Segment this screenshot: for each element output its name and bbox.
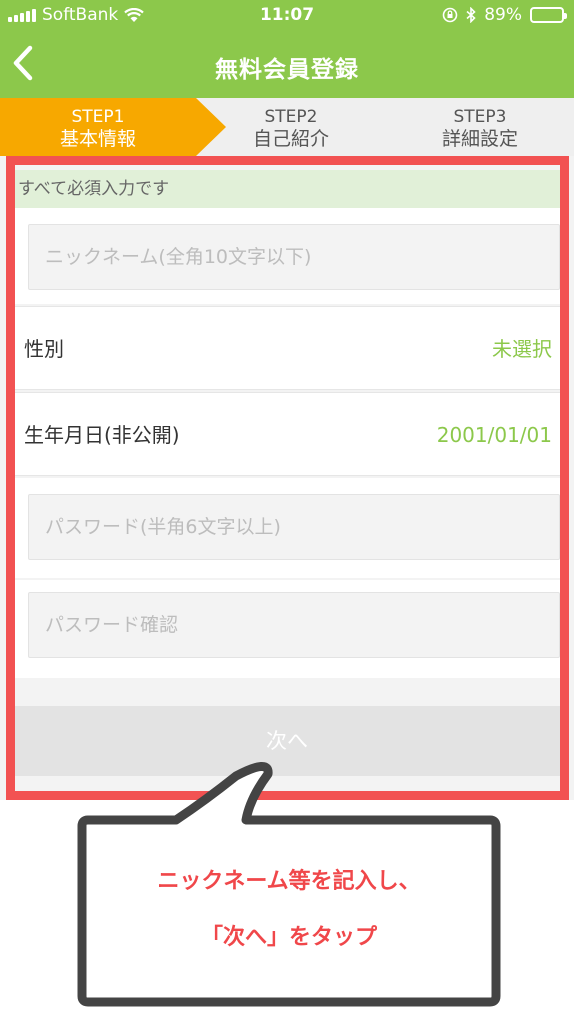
gender-row[interactable]: 性別 未選択	[14, 306, 560, 390]
app-header: SoftBank 11:07 89% 無料会員登録	[0, 0, 574, 98]
step-3: STEP3 詳細設定	[386, 98, 574, 156]
birthday-label: 生年月日(非公開)	[24, 423, 180, 447]
status-right: 89%	[442, 5, 567, 25]
step-1-name: 基本情報	[59, 128, 136, 150]
password-confirm-block: パスワード確認	[14, 580, 560, 678]
bluetooth-icon	[466, 7, 476, 23]
nickname-block: ニックネーム(全角10文字以下)	[14, 208, 560, 304]
step-3-name: 詳細設定	[441, 128, 518, 150]
required-notice: すべて必須入力です	[14, 170, 560, 208]
password-input[interactable]: パスワード(半角6文字以上)	[28, 494, 560, 560]
battery-icon	[530, 7, 567, 23]
step-indicator: STEP1 基本情報 STEP2 自己紹介 STEP3 詳細設定	[0, 98, 574, 156]
password-block: パスワード(半角6文字以上)	[14, 478, 560, 578]
gender-value[interactable]: 未選択	[492, 307, 552, 391]
nav-bar: 無料会員登録	[0, 32, 574, 98]
step-3-label: STEP3	[453, 107, 507, 127]
callout-line-1: ニックネーム等を記入し、	[157, 869, 421, 894]
callout-text: ニックネーム等を記入し、 「次へ」をタップ	[80, 824, 498, 1002]
step-2: STEP2 自己紹介	[196, 98, 386, 156]
callout-line-2: 「次へ」をタップ	[200, 925, 377, 950]
registration-form: すべて必須入力です ニックネーム(全角10文字以下) 性別 未選択 生年月日(非…	[0, 156, 574, 800]
gender-label: 性別	[24, 337, 64, 361]
status-bar: SoftBank 11:07 89%	[0, 0, 574, 32]
step-1: STEP1 基本情報	[0, 98, 196, 156]
nickname-input[interactable]: ニックネーム(全角10文字以下)	[28, 224, 560, 290]
page-title: 無料会員登録	[215, 57, 359, 83]
birthday-row[interactable]: 生年月日(非公開) 2001/01/01	[14, 392, 560, 476]
orientation-lock-icon	[442, 7, 458, 23]
step-2-name: 自己紹介	[252, 128, 329, 150]
step-2-label: STEP2	[264, 107, 318, 127]
password-confirm-input[interactable]: パスワード確認	[28, 592, 560, 658]
birthday-value[interactable]: 2001/01/01	[437, 393, 552, 477]
battery-percent: 89%	[484, 5, 522, 25]
step-1-label: STEP1	[71, 107, 125, 127]
